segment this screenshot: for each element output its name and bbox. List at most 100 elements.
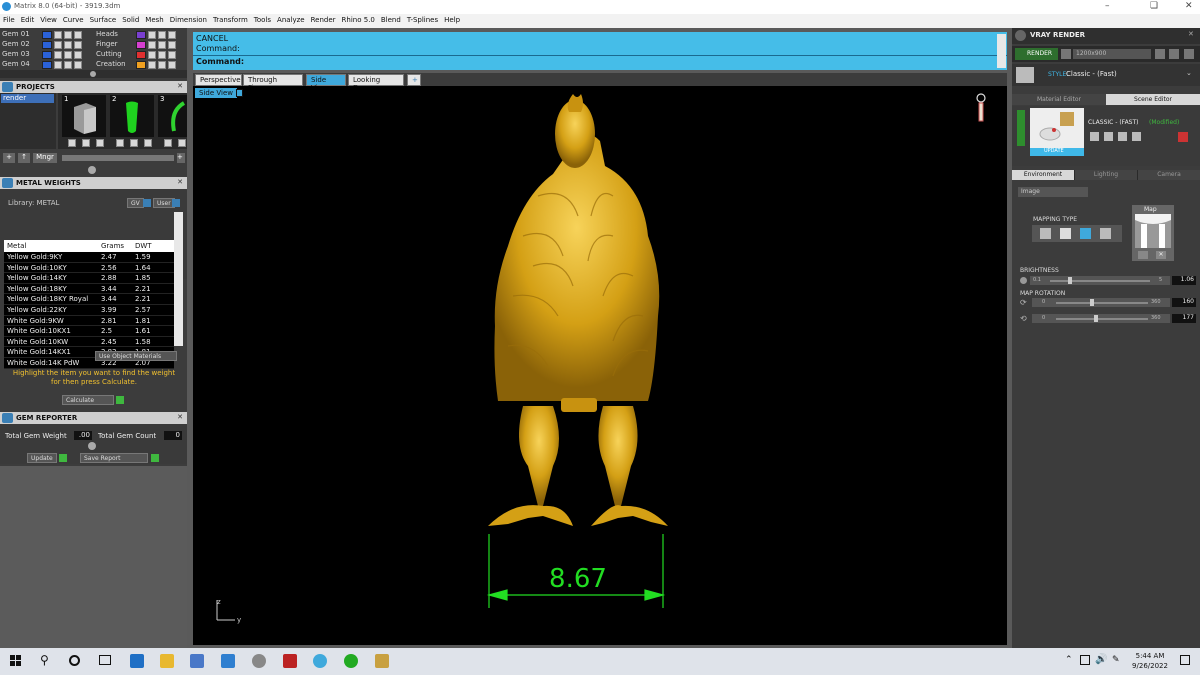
preset-reset-icon[interactable] — [1178, 132, 1188, 142]
notifications-icon[interactable] — [1180, 655, 1190, 665]
tab-side-view[interactable]: Side View — [306, 74, 346, 92]
rooster-model[interactable] — [193, 86, 1007, 645]
layer-visible-icon[interactable] — [158, 41, 166, 49]
resolution-field[interactable]: 1200x900 — [1073, 49, 1151, 59]
command-cancel-text[interactable]: CANCEL — [196, 34, 228, 43]
menu-render[interactable]: Render — [308, 14, 339, 24]
layer-row-parts-2[interactable]: Cutting — [94, 50, 184, 60]
render-next-icon[interactable] — [1169, 49, 1179, 59]
app-red-icon[interactable] — [283, 654, 297, 668]
mapping-cylinder-icon[interactable] — [1080, 228, 1091, 239]
mail-icon[interactable] — [221, 654, 235, 668]
table-row[interactable]: White Gold:10KX1 2.5 1.61 — [4, 326, 174, 337]
volume-icon[interactable]: 🔊 — [1095, 654, 1107, 665]
close-icon[interactable]: ✕ — [1185, 1, 1193, 11]
network-icon[interactable] — [1080, 655, 1090, 665]
layer-visible-icon[interactable] — [64, 31, 72, 39]
layer-select-icon[interactable] — [74, 41, 82, 49]
preset-expand-handle[interactable] — [1017, 110, 1025, 146]
gv-button[interactable]: GV — [127, 198, 144, 208]
layer-select-icon[interactable] — [168, 51, 176, 59]
preset-up-icon[interactable] — [1118, 132, 1127, 141]
layer-row-gems-2[interactable]: Gem 03 — [0, 50, 90, 60]
metal-column-header[interactable]: Metal — [7, 242, 26, 250]
layer-select-icon[interactable] — [74, 51, 82, 59]
layer-color-swatch[interactable] — [42, 31, 52, 39]
layer-splitter[interactable] — [0, 70, 187, 78]
menu-dimension[interactable]: Dimension — [167, 14, 210, 24]
gem-reporter-close-icon[interactable]: ✕ — [177, 413, 183, 421]
map-preview[interactable]: Map ✕ — [1132, 205, 1174, 261]
tab-camera[interactable]: Camera — [1138, 170, 1200, 180]
tab-looking-down[interactable]: Looking Down — [348, 74, 404, 92]
file-explorer-icon[interactable] — [160, 654, 174, 668]
layer-color-swatch[interactable] — [42, 51, 52, 59]
thumb1-delete-button[interactable] — [96, 139, 104, 147]
brightness-slider[interactable] — [1050, 280, 1150, 282]
layer-select-icon[interactable] — [168, 61, 176, 69]
render-prev-icon[interactable] — [1155, 49, 1165, 59]
mapping-sphere-icon[interactable] — [1100, 228, 1111, 239]
rotation1-slider-thumb[interactable] — [1090, 299, 1094, 306]
layer-row-parts-0[interactable]: Heads — [94, 30, 184, 40]
layer-lock-icon[interactable] — [54, 41, 62, 49]
save-report-arrow-icon[interactable] — [151, 454, 159, 462]
metal-column-header[interactable]: DWT — [135, 242, 152, 250]
layer-color-swatch[interactable] — [136, 61, 146, 69]
layer-color-swatch[interactable] — [42, 61, 52, 69]
rotation1-slider[interactable] — [1056, 302, 1148, 304]
table-row[interactable]: White Gold:10KW 2.45 1.58 — [4, 337, 174, 348]
vray-close-icon[interactable]: ✕ — [1188, 30, 1194, 38]
projects-scrollbar[interactable] — [62, 155, 174, 161]
clock-time[interactable]: 5:44 AM — [1130, 652, 1170, 660]
project-thumb-1[interactable]: 1 — [62, 95, 106, 137]
rotation2-slider[interactable] — [1056, 318, 1148, 320]
menu-curve[interactable]: Curve — [60, 14, 87, 24]
layer-row-gems-3[interactable]: Gem 04 — [0, 60, 90, 70]
menu-mesh[interactable]: Mesh — [142, 14, 166, 24]
layer-row-parts-3[interactable]: Creation — [94, 60, 184, 70]
layer-visible-icon[interactable] — [158, 31, 166, 39]
edge-icon[interactable] — [130, 654, 144, 668]
menu-t-splines[interactable]: T-Splines — [404, 14, 441, 24]
pen-icon[interactable]: ✎ — [1112, 655, 1120, 665]
map-clear-icon[interactable]: ✕ — [1156, 251, 1166, 259]
side-viewport[interactable]: Side View 8.67 z y — [193, 86, 1007, 645]
table-row[interactable]: Yellow Gold:18KY 3.44 2.21 — [4, 284, 174, 295]
layer-lock-icon[interactable] — [148, 31, 156, 39]
preset-down-icon[interactable] — [1132, 132, 1141, 141]
gv-select-icon[interactable] — [143, 199, 151, 207]
thumb1-load-button[interactable] — [68, 139, 76, 147]
layer-color-swatch[interactable] — [136, 51, 146, 59]
metal-weights-close-icon[interactable]: ✕ — [177, 178, 183, 186]
clock-date[interactable]: 9/26/2022 — [1128, 662, 1172, 670]
layer-color-swatch[interactable] — [136, 41, 146, 49]
menu-analyze[interactable]: Analyze — [274, 14, 308, 24]
tab-environment[interactable]: Environment — [1012, 170, 1074, 180]
windows-start-icon[interactable] — [10, 655, 22, 667]
layer-select-icon[interactable] — [168, 31, 176, 39]
up-project-button[interactable]: ↑ — [18, 153, 30, 163]
layer-row-gems-0[interactable]: Gem 01 — [0, 30, 90, 40]
metal-column-header[interactable]: Grams — [101, 242, 124, 250]
menu-blend[interactable]: Blend — [378, 14, 404, 24]
projects-close-icon[interactable]: ✕ — [177, 82, 183, 90]
menu-view[interactable]: View — [37, 14, 60, 24]
tab-through-finger[interactable]: Through Finger — [243, 74, 303, 92]
layer-lock-icon[interactable] — [54, 31, 62, 39]
menu-solid[interactable]: Solid — [119, 14, 142, 24]
thumb1-save-button[interactable] — [82, 139, 90, 147]
layer-row-gems-1[interactable]: Gem 02 — [0, 40, 90, 50]
layer-visible-icon[interactable] — [64, 41, 72, 49]
tray-chevron-up-icon[interactable]: ⌃ — [1065, 655, 1073, 665]
tab-lighting[interactable]: Lighting — [1075, 170, 1137, 180]
thumb3-save-button[interactable] — [178, 139, 186, 147]
style-select[interactable]: Classic - (Fast) — [1066, 70, 1117, 78]
brightness-slider-thumb[interactable] — [1068, 277, 1072, 284]
matrix-app-icon[interactable] — [313, 654, 327, 668]
thumb2-save-button[interactable] — [130, 139, 138, 147]
layer-lock-icon[interactable] — [148, 41, 156, 49]
layer-color-swatch[interactable] — [136, 31, 146, 39]
style-chevron-down-icon[interactable]: ⌄ — [1186, 69, 1192, 77]
project-manager-button[interactable]: Mngr — [33, 153, 57, 163]
